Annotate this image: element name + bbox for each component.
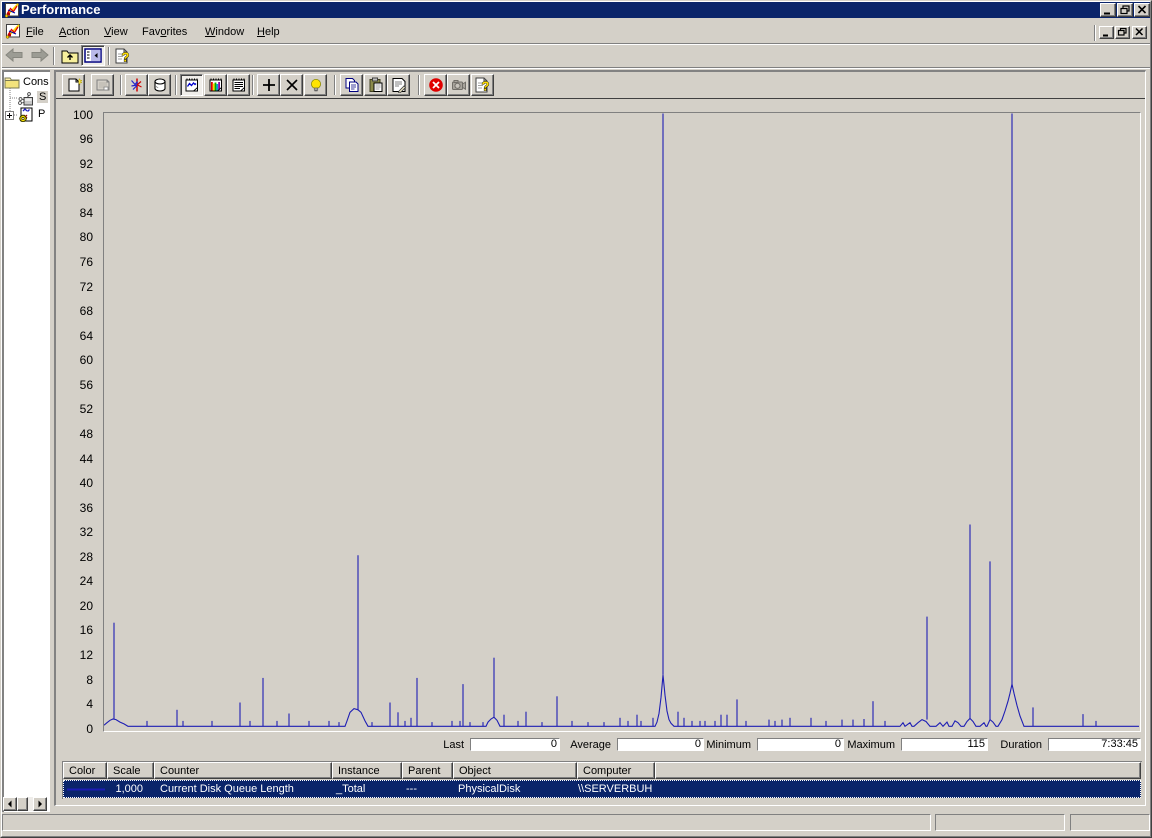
svg-text:?: ? [482,79,490,94]
svg-text:?: ? [122,49,130,64]
